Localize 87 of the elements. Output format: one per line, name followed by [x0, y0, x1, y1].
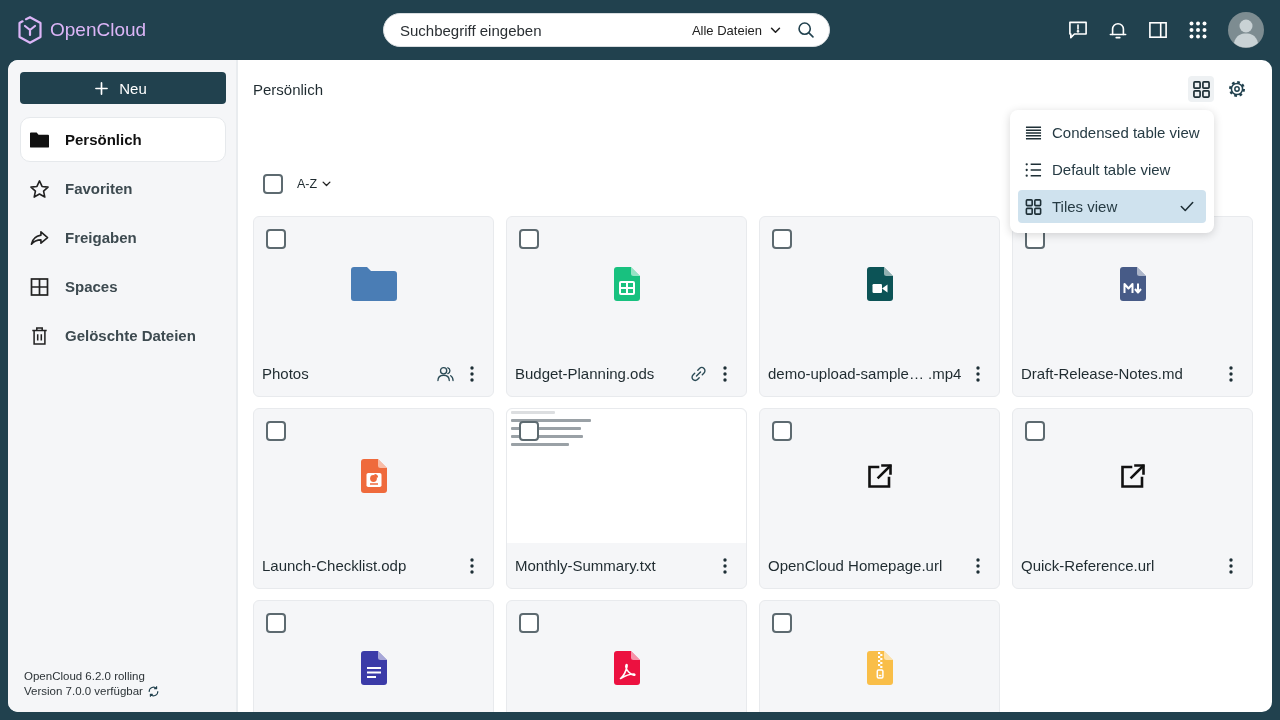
tile-checkbox[interactable]: [266, 229, 286, 249]
pdf-file-icon: [613, 651, 640, 685]
tile-checkbox[interactable]: [772, 613, 792, 633]
file-name[interactable]: OpenCloud Homepage.url: [768, 557, 960, 574]
sidebar-item[interactable]: Freigaben: [20, 215, 226, 260]
trash-icon: [30, 326, 49, 345]
kebab-menu-icon: [723, 557, 727, 574]
chevron-down-icon: [770, 26, 781, 34]
file-name[interactable]: Monthly-Summary.txt: [515, 557, 707, 574]
version-text: OpenCloud 6.2.0 rolling: [24, 669, 146, 683]
share-arrow-icon: [30, 228, 49, 247]
tiles-icon: [1192, 80, 1210, 98]
external-link-icon: [1119, 463, 1146, 489]
grid-icon: [30, 277, 49, 296]
document-file-icon: [360, 651, 387, 685]
menu-item[interactable]: Default table view: [1018, 153, 1206, 186]
menu-item[interactable]: Condensed table view: [1018, 116, 1206, 149]
file-name[interactable]: demo-upload-sample… .mp4: [768, 365, 960, 382]
sort-dropdown[interactable]: A-Z: [297, 174, 332, 194]
view-mode-button[interactable]: [1188, 76, 1214, 102]
speech-bubble-icon: [1069, 21, 1087, 39]
people-icon[interactable]: [437, 365, 454, 382]
select-all-checkbox[interactable]: [263, 174, 283, 194]
file-tile[interactable]: demo-upload-sample… .mp4: [759, 216, 1000, 397]
kebab-menu-icon: [976, 557, 980, 574]
file-name[interactable]: Launch-Checklist.odp: [262, 557, 454, 574]
zip-file-icon: [866, 651, 893, 685]
file-name[interactable]: Budget-Planning.ods: [515, 365, 682, 382]
panel-icon: [1149, 21, 1167, 39]
kebab-menu-icon: [976, 365, 980, 382]
tile-checkbox[interactable]: [266, 421, 286, 441]
search-field[interactable]: Suchbegriff eingeben: [400, 18, 692, 42]
tile-checkbox[interactable]: [772, 421, 792, 441]
search-bar[interactable]: Suchbegriff eingeben Alle Dateien: [383, 13, 830, 47]
refresh-icon[interactable]: [147, 685, 159, 697]
update-notice: Version 7.0.0 verfügbar: [24, 684, 143, 698]
file-name[interactable]: Photos: [262, 365, 429, 382]
link-icon[interactable]: [690, 365, 707, 382]
list-icon: [1025, 161, 1042, 178]
star-icon: [30, 179, 49, 198]
file-tile[interactable]: OpenCloud Homepage.url: [759, 408, 1000, 589]
folder-icon: [30, 130, 49, 149]
folder-icon: [350, 267, 397, 301]
sidebar-item[interactable]: Spaces: [20, 264, 226, 309]
tile-checkbox[interactable]: [519, 421, 539, 441]
new-button[interactable]: Neu: [20, 72, 226, 104]
file-tile[interactable]: Launch-Checklist.odp: [253, 408, 494, 589]
settings-icon: [1228, 80, 1246, 98]
tile-checkbox[interactable]: [772, 229, 792, 249]
file-tile[interactable]: Quick-Reference.url: [1012, 408, 1253, 589]
sidebar-item[interactable]: Gelöschte Dateien: [20, 313, 226, 358]
file-tile[interactable]: Draft-Release-Notes.md: [1012, 216, 1253, 397]
check-icon: [1180, 201, 1194, 212]
tile-checkbox[interactable]: [1025, 421, 1045, 441]
search-scope-dropdown[interactable]: Alle Dateien: [691, 18, 781, 42]
logo-icon: [18, 16, 42, 44]
sidebar-item[interactable]: Persönlich: [20, 117, 226, 162]
markdown-file-icon: [1119, 267, 1146, 301]
file-tile[interactable]: Photos: [253, 216, 494, 397]
apps-grid-icon: [1189, 21, 1207, 39]
kebab-menu-icon: [470, 557, 474, 574]
kebab-menu-icon: [470, 365, 474, 382]
external-link-icon: [866, 463, 893, 489]
file-tile[interactable]: Monthly-Summary.txt: [506, 408, 747, 589]
breadcrumb[interactable]: Persönlich: [253, 80, 324, 98]
search-icon: [798, 22, 814, 38]
tiles-icon: [1025, 198, 1042, 215]
spreadsheet-file-icon: [613, 267, 640, 301]
plus-icon: [95, 81, 109, 95]
kebab-menu-icon: [1229, 365, 1233, 382]
bell-icon: [1109, 21, 1127, 39]
user-avatar[interactable]: [1228, 12, 1264, 48]
tile-checkbox[interactable]: [266, 613, 286, 633]
kebab-menu-icon: [723, 365, 727, 382]
tile-checkbox[interactable]: [519, 229, 539, 249]
video-file-icon: [866, 267, 893, 301]
presentation-file-icon: [360, 459, 387, 493]
chevron-down-icon: [322, 181, 332, 187]
condensed-lines-icon: [1025, 124, 1042, 141]
file-tile[interactable]: Budget-Planning.ods: [506, 216, 747, 397]
file-name[interactable]: Quick-Reference.url: [1021, 557, 1213, 574]
sidebar-item[interactable]: Favoriten: [20, 166, 226, 211]
logo-text[interactable]: OpenCloud: [50, 19, 147, 41]
menu-item[interactable]: Tiles view: [1018, 190, 1206, 223]
tile-checkbox[interactable]: [519, 613, 539, 633]
file-name[interactable]: Draft-Release-Notes.md: [1021, 365, 1213, 382]
kebab-menu-icon: [1229, 557, 1233, 574]
